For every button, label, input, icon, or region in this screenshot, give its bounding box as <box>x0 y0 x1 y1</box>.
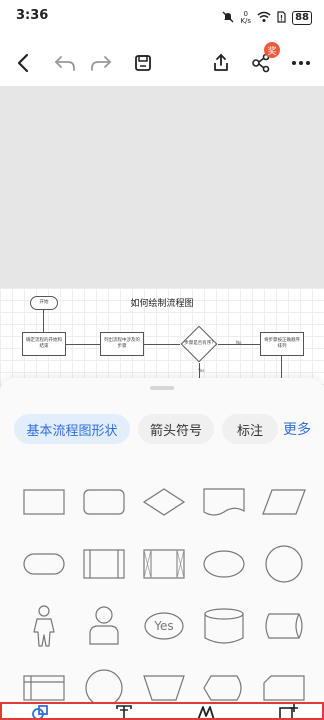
canvas-empty-area[interactable] <box>0 86 324 288</box>
rectangle-icon <box>23 489 65 515</box>
shapes-icon <box>32 705 48 718</box>
share-button[interactable] <box>208 50 234 76</box>
back-icon <box>17 53 29 73</box>
user-icon <box>89 606 119 645</box>
horizontal-cylinder-icon <box>265 613 303 639</box>
shapes-tool-button[interactable] <box>28 704 52 718</box>
text-icon <box>116 705 132 718</box>
reward-badge: 奖 <box>264 42 280 58</box>
circle-icon <box>265 545 303 583</box>
more-icon <box>292 61 310 65</box>
back-button[interactable] <box>10 50 36 76</box>
save-button[interactable] <box>130 50 156 76</box>
insert-icon <box>279 704 298 718</box>
stadium-icon <box>23 553 65 575</box>
user-shape[interactable] <box>74 598 134 654</box>
undo-icon <box>54 56 75 71</box>
terminator-shape[interactable] <box>14 536 74 592</box>
flowchart-start-node[interactable]: 开始 <box>30 296 58 310</box>
subroutine-icon <box>83 549 125 579</box>
diamond-icon <box>142 488 186 516</box>
rounded-rectangle-icon <box>83 489 125 515</box>
redo-icon <box>91 56 112 71</box>
alternate-process-shape[interactable] <box>74 474 134 530</box>
flowchart-decision-node[interactable]: 步骤是否有序? <box>180 325 218 363</box>
cylinder-icon <box>204 608 244 644</box>
speed-unit: K/s <box>240 16 252 25</box>
shape-category-tabs: 基本流程图形状 箭头符号 标注 更多 <box>14 414 324 444</box>
share-icon <box>214 53 228 71</box>
hatched-box-icon <box>143 549 185 579</box>
actor-shape[interactable] <box>14 598 74 654</box>
sim-alert-icon <box>277 8 286 27</box>
top-toolbar: 奖 <box>0 40 324 86</box>
battery-indicator: 88 <box>292 10 312 25</box>
text-tool-button[interactable] <box>112 704 136 718</box>
process-shape[interactable] <box>14 474 74 530</box>
flowchart-canvas[interactable]: 如何绘制流程图 开始 确定流程的开始和结束 列出流程中涉及的步骤 步骤是否有序?… <box>0 288 324 388</box>
card-icon <box>263 675 305 701</box>
connector-line <box>43 310 44 332</box>
shape-library-sheet: 基本流程图形状 箭头符号 标注 更多 Yes <box>0 378 324 720</box>
insert-tool-button[interactable] <box>276 704 300 718</box>
no-label: No <box>236 340 242 345</box>
yes-label: Yes <box>198 368 205 373</box>
database-shape[interactable] <box>194 598 254 654</box>
ellipse-icon <box>203 550 245 578</box>
more-categories-link[interactable]: 更多 <box>282 414 312 444</box>
display-icon <box>203 675 242 701</box>
more-options-button[interactable] <box>288 50 314 76</box>
yes-shape-label: Yes <box>154 619 174 633</box>
collate-shape[interactable] <box>134 536 194 592</box>
bottom-tool-bar <box>0 702 324 720</box>
pen-tool-button[interactable] <box>194 704 218 718</box>
parallelogram-icon <box>262 489 306 515</box>
status-time: 3:36 <box>16 8 49 23</box>
yes-shape[interactable]: Yes <box>134 598 194 654</box>
connector-line <box>144 344 180 345</box>
document-icon <box>203 488 245 516</box>
tab-basic-flowchart[interactable]: 基本流程图形状 <box>14 414 130 444</box>
wifi-icon <box>257 8 271 27</box>
mute-icon <box>222 8 234 27</box>
flowchart-step-node[interactable]: 确定流程的开始和结束 <box>22 332 66 356</box>
status-icons: 0 K/s 88 <box>222 8 312 27</box>
internal-storage-icon <box>23 675 65 701</box>
trapezoid-icon <box>143 675 185 701</box>
flowchart-step-node[interactable]: 列出流程中涉及的步骤 <box>100 332 144 356</box>
connector-line <box>66 344 100 345</box>
redo-button[interactable] <box>88 50 114 76</box>
undo-button[interactable] <box>52 50 78 76</box>
tab-arrow-symbols[interactable]: 箭头符号 <box>138 414 214 444</box>
tab-callouts[interactable]: 标注 <box>222 414 278 444</box>
freehand-icon <box>197 706 215 718</box>
direct-data-shape[interactable] <box>254 598 314 654</box>
data-shape[interactable] <box>254 474 314 530</box>
person-icon <box>33 605 55 647</box>
collaborate-button[interactable]: 奖 <box>248 42 280 76</box>
status-bar: 3:36 0 K/s 88 <box>0 0 324 34</box>
network-speed: 0 K/s <box>240 10 252 25</box>
document-shape[interactable] <box>194 474 254 530</box>
decision-label: 步骤是否有序? <box>184 341 214 346</box>
circle-shape[interactable] <box>254 536 314 592</box>
ellipse-shape[interactable] <box>194 536 254 592</box>
sheet-drag-handle[interactable] <box>150 386 174 390</box>
decision-shape[interactable] <box>134 474 194 530</box>
predefined-process-shape[interactable] <box>74 536 134 592</box>
save-icon <box>135 55 151 71</box>
flowchart-step-node[interactable]: 将步骤按正确顺序排列 <box>260 332 304 356</box>
